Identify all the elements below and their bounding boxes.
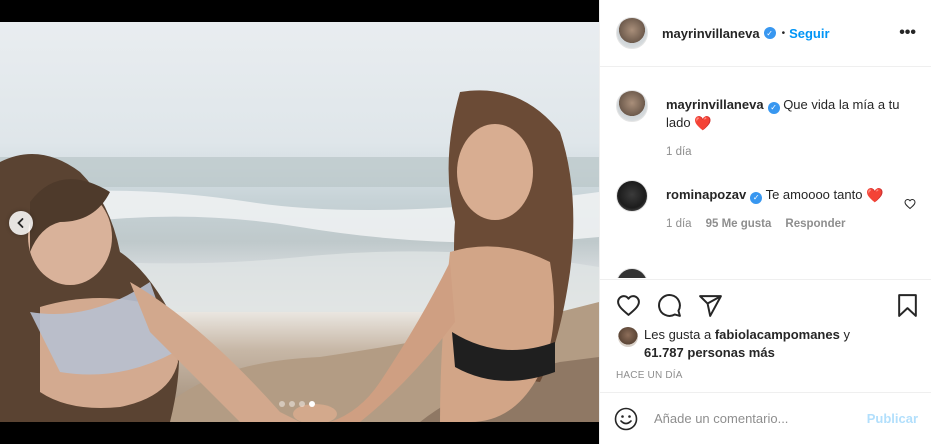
heart-icon[interactable] xyxy=(616,293,641,318)
chevron-left-icon xyxy=(17,218,24,228)
author-username[interactable]: mayrinvillaneva xyxy=(662,26,760,41)
commenter-avatar[interactable] xyxy=(616,180,648,212)
carousel-prev-button[interactable] xyxy=(9,211,33,235)
verified-icon: ✓ xyxy=(750,192,763,204)
publish-button[interactable]: Publicar xyxy=(867,411,918,426)
comment-item: rominapozav ✓ Te amoooo tanto ❤️ 1 día 95… xyxy=(616,180,916,230)
caption-meta: 1 día xyxy=(666,146,916,158)
liker-username[interactable]: fabiolacampomanes xyxy=(715,327,840,342)
comment-likes[interactable]: 95 Me gusta xyxy=(706,218,772,230)
beach-photo-illustration xyxy=(0,90,599,422)
red-heart-emoji: ❤️ xyxy=(866,187,884,203)
caption-time[interactable]: 1 día xyxy=(666,146,692,158)
bookmark-icon[interactable] xyxy=(895,293,920,318)
likes-text: Les gusta a fabiolacampomanes y 61.787 p… xyxy=(644,326,914,362)
likes-count[interactable]: 61.787 personas más xyxy=(644,345,775,360)
carousel-dot xyxy=(279,401,285,407)
caption: mayrinvillaneva ✓ Que vida la mía a tu la… xyxy=(616,90,916,158)
caption-text: mayrinvillaneva ✓ Que vida la mía a tu la… xyxy=(666,90,916,132)
comment-text: rominapozav ✓ Te amoooo tanto ❤️ xyxy=(666,180,906,204)
comment-username[interactable]: rominapozav xyxy=(666,187,746,202)
carousel-dot xyxy=(289,401,295,407)
comments-list[interactable]: mayrinvillaneva ✓ Que vida la mía a tu la… xyxy=(600,68,931,278)
likes-summary: Les gusta a fabiolacampomanes y 61.787 p… xyxy=(618,326,914,362)
post-side-panel: mayrinvillaneva ✓ • Seguir ••• mayrinvil… xyxy=(599,0,931,444)
comment-time[interactable]: 1 día xyxy=(666,218,692,230)
add-comment-bar: Publicar xyxy=(600,392,931,444)
more-options-icon[interactable]: ••• xyxy=(899,24,916,42)
liker-avatar[interactable] xyxy=(618,327,638,347)
author-avatar[interactable] xyxy=(616,17,648,49)
caption-username[interactable]: mayrinvillaneva xyxy=(666,97,764,112)
emoji-icon[interactable] xyxy=(614,407,638,431)
carousel-indicator xyxy=(279,401,315,407)
separator-dot: • xyxy=(781,27,786,39)
post-media xyxy=(0,0,599,444)
post-header: mayrinvillaneva ✓ • Seguir ••• xyxy=(600,0,931,67)
heart-icon[interactable] xyxy=(904,198,916,210)
likes-connector: y xyxy=(843,327,850,342)
verified-icon: ✓ xyxy=(767,102,780,114)
post-timestamp[interactable]: Hace un día xyxy=(616,370,683,381)
author-avatar[interactable] xyxy=(616,90,648,122)
commenter-avatar[interactable] xyxy=(616,268,648,278)
post-photo[interactable] xyxy=(0,22,599,422)
comment-message: Te amoooo tanto xyxy=(765,187,863,202)
likes-prefix: Les gusta a xyxy=(644,327,712,342)
verified-icon: ✓ xyxy=(763,27,776,39)
follow-button[interactable]: Seguir xyxy=(789,26,829,41)
post-actions: Les gusta a fabiolacampomanes y 61.787 p… xyxy=(600,279,931,391)
action-icons xyxy=(616,293,723,318)
comment-icon[interactable] xyxy=(657,293,682,318)
comment-input[interactable] xyxy=(654,411,867,426)
comment-meta: 1 día 95 Me gusta Responder xyxy=(666,218,916,230)
reply-button[interactable]: Responder xyxy=(785,218,845,230)
red-heart-emoji: ❤️ xyxy=(694,115,712,131)
share-icon[interactable] xyxy=(698,293,723,318)
carousel-dot xyxy=(299,401,305,407)
carousel-dot-active xyxy=(309,401,315,407)
